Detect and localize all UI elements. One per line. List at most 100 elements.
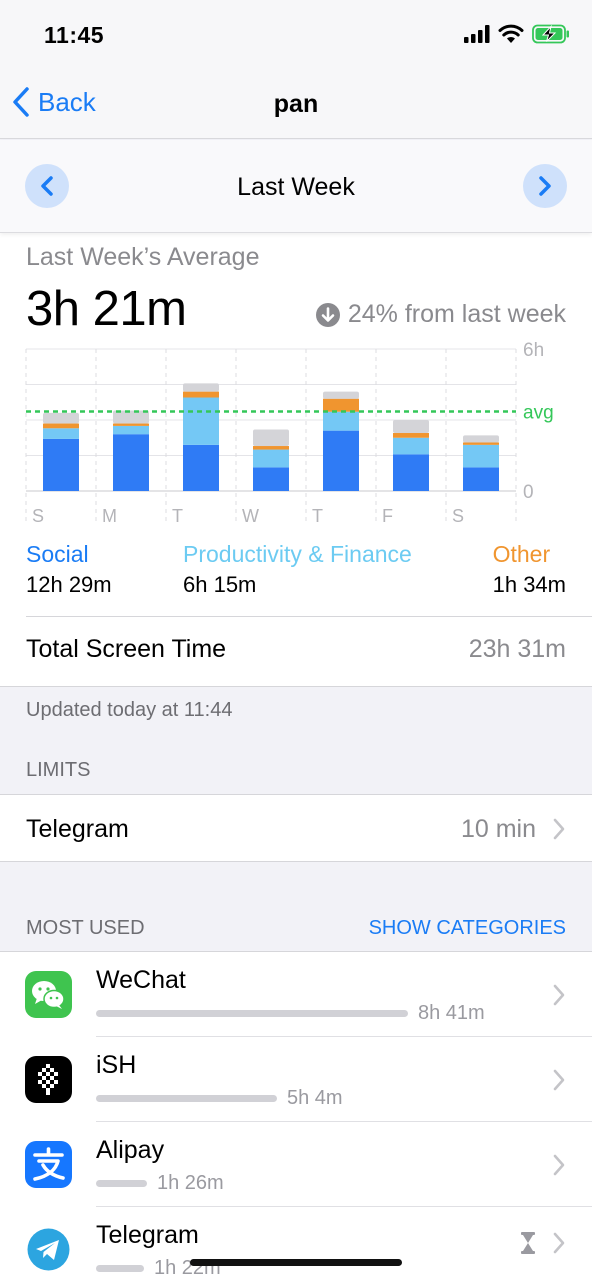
- bar-segment: [113, 434, 149, 491]
- legend-value: 6h 15m: [183, 572, 257, 597]
- week-label: Last Week: [237, 173, 355, 201]
- chevron-right-icon: [553, 1232, 565, 1254]
- bar-segment: [393, 437, 429, 455]
- usage-summary-card: Last Week’s Average 3h 21m 24% from last…: [0, 233, 592, 686]
- usage-bar: [96, 1265, 144, 1272]
- limit-value: 10 min: [460, 815, 536, 843]
- limit-app-name: Telegram: [26, 815, 129, 843]
- app-name: Alipay: [96, 1136, 165, 1164]
- bar-segment: [43, 428, 79, 439]
- bar-segment: [393, 420, 429, 434]
- page-title: pan: [273, 90, 319, 118]
- y-tick-label: 0: [523, 482, 534, 503]
- bar-segment: [323, 398, 359, 412]
- hourglass-icon: [521, 1232, 535, 1254]
- usage-bar: [96, 1095, 277, 1102]
- bar-segment: [43, 423, 79, 429]
- bar-segment: [323, 411, 359, 431]
- x-tick-label: T: [312, 506, 323, 526]
- alipay-icon: [25, 1141, 72, 1188]
- x-tick-label: M: [102, 506, 117, 526]
- chevron-right-icon: [553, 818, 565, 840]
- chevron-right-icon: [553, 984, 565, 1006]
- x-tick-label: T: [172, 506, 183, 526]
- legend-productivity: Productivity & Finance 6h 15m: [183, 541, 412, 598]
- x-tick-label: S: [32, 506, 44, 526]
- bar-segment: [323, 430, 359, 491]
- app-row-ish[interactable]: iSH 5h 4m: [0, 1037, 592, 1122]
- x-tick-label: S: [452, 506, 464, 526]
- legend-value: 1h 34m: [492, 572, 566, 597]
- wifi-icon: [498, 24, 524, 43]
- bar-segment: [183, 397, 219, 445]
- limits-header: LIMITS: [26, 759, 91, 781]
- app-time: 1h 26m: [157, 1172, 224, 1194]
- usage-bar-chart: S M T W T F Savg 6h 0: [25, 340, 554, 526]
- app-name: WeChat: [96, 966, 186, 994]
- bar-segment: [393, 433, 429, 438]
- bar-segment: [323, 391, 359, 399]
- week-selector: Last Week: [0, 140, 592, 233]
- chevron-right-icon: [539, 176, 551, 196]
- total-label: Total Screen Time: [26, 635, 227, 663]
- total-value: 23h 31m: [468, 635, 566, 663]
- legend-other: Other 1h 34m: [493, 541, 566, 598]
- ish-icon: [25, 1056, 72, 1103]
- bar-segment: [43, 438, 79, 491]
- legend-name: Other: [492, 541, 551, 567]
- app-name: iSH: [96, 1051, 137, 1079]
- x-tick-label: F: [382, 506, 393, 526]
- app-name: Telegram: [96, 1221, 199, 1249]
- bar-segment: [183, 383, 219, 392]
- bar-segment: [463, 444, 499, 468]
- show-categories-button[interactable]: SHOW CATEGORIES: [369, 917, 566, 940]
- usage-bar: [96, 1010, 408, 1017]
- bar-segment: [183, 391, 219, 398]
- status-bar: 11:45: [0, 0, 592, 72]
- most-used-header: MOST USED: [26, 917, 145, 939]
- wechat-icon: [25, 971, 72, 1018]
- chevron-right-icon: [553, 1069, 565, 1091]
- legend-social: Social 12h 29m: [26, 541, 112, 598]
- most-used-list: WeChat 8h 41m iSH 5h 4m Alipay 1h 26m Te…: [0, 951, 592, 1280]
- navigation-bar: Back pan: [0, 72, 592, 139]
- legend-name: Social: [26, 541, 89, 567]
- bar-segment: [463, 435, 499, 443]
- divider: [26, 616, 592, 617]
- status-icons: [464, 24, 570, 44]
- app-time: 5h 4m: [287, 1087, 343, 1109]
- average-label-text: avg: [523, 402, 554, 423]
- app-time: 8h 41m: [418, 1002, 485, 1024]
- battery-charging-icon: [532, 24, 569, 44]
- home-indicator: [190, 1259, 402, 1266]
- y-tick-label: 6h: [523, 340, 544, 361]
- bar-segment: [393, 454, 429, 491]
- bar-segment: [463, 467, 499, 491]
- bar-segment: [253, 446, 289, 450]
- telegram-icon: [25, 1226, 72, 1273]
- updated-timestamp: Updated today at 11:44: [26, 699, 233, 721]
- total-screen-time-row: Total Screen Time 23h 31m: [26, 635, 566, 664]
- bar-segment: [253, 429, 289, 447]
- bar-segment: [113, 423, 149, 426]
- next-week-button[interactable]: [523, 164, 567, 208]
- app-row-alipay[interactable]: Alipay 1h 26m: [0, 1122, 592, 1207]
- status-time: 11:45: [44, 22, 105, 48]
- usage-bar: [96, 1180, 147, 1187]
- bar-segment: [113, 425, 149, 435]
- bar-segment: [253, 449, 289, 468]
- app-row-telegram[interactable]: Telegram 1h 22m: [0, 1207, 592, 1280]
- legend-name: Productivity & Finance: [183, 541, 412, 567]
- divider: [0, 686, 592, 687]
- chevron-right-icon: [553, 1154, 565, 1176]
- most-used-header-row: MOST USED SHOW CATEGORIES: [26, 917, 566, 940]
- bar-segment: [183, 444, 219, 491]
- limit-row-telegram[interactable]: Telegram 10 min: [0, 794, 592, 862]
- x-tick-label: W: [242, 506, 259, 526]
- bar-segment: [253, 467, 289, 491]
- legend-value: 12h 29m: [26, 572, 112, 597]
- bar-segment: [463, 442, 499, 445]
- bar-segment: [43, 412, 79, 424]
- app-row-wechat[interactable]: WeChat 8h 41m: [0, 952, 592, 1037]
- cellular-signal-icon: [464, 25, 490, 43]
